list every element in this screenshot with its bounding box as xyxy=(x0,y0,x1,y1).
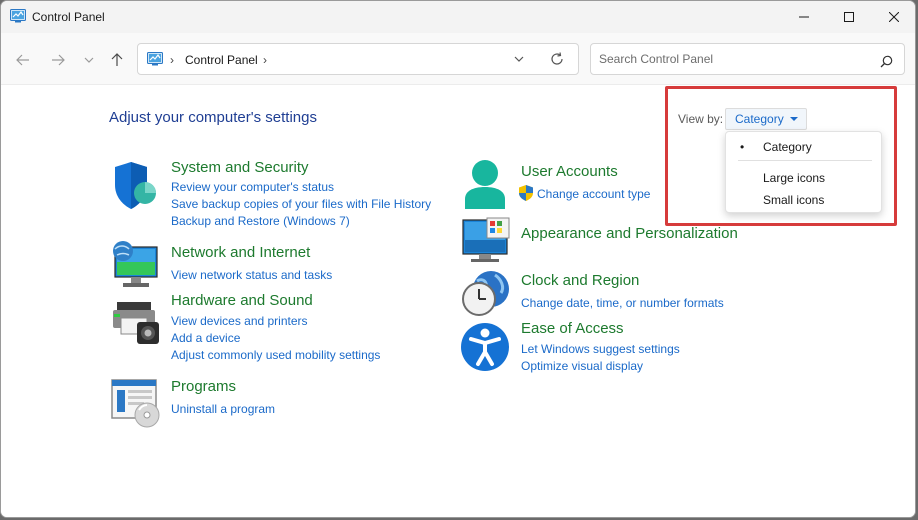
menu-item-category[interactable]: Category xyxy=(763,140,812,154)
page-title: Adjust your computer's settings xyxy=(109,109,317,126)
search-input[interactable] xyxy=(590,43,905,75)
link-add-device[interactable]: Add a device xyxy=(171,331,240,345)
arrow-left-icon xyxy=(16,54,29,66)
link-review-status[interactable]: Review your computer's status xyxy=(171,180,334,194)
arrow-right-icon xyxy=(52,54,65,66)
accessibility-icon xyxy=(461,323,509,371)
category-title[interactable]: Network and Internet xyxy=(171,244,310,261)
dropdown-caret-icon xyxy=(789,117,798,121)
breadcrumb-chevron-icon[interactable]: › xyxy=(170,53,174,67)
control-panel-app-icon xyxy=(10,9,26,23)
address-bar[interactable]: › Control Panel › xyxy=(137,43,579,75)
navigation-bar: › Control Panel › xyxy=(1,33,915,85)
view-by-dropdown[interactable]: Category xyxy=(725,108,807,130)
programs-disc-icon xyxy=(111,379,160,428)
category-appearance: Appearance and Personalization xyxy=(461,216,801,262)
recent-locations-button[interactable] xyxy=(78,49,100,71)
link-uninstall-program[interactable]: Uninstall a program xyxy=(171,402,275,416)
category-title[interactable]: System and Security xyxy=(171,159,309,176)
printer-speaker-icon xyxy=(113,302,159,344)
category-title[interactable]: User Accounts xyxy=(521,163,618,180)
category-clock-region: Clock and Region Change date, time, or n… xyxy=(461,269,801,319)
shield-icon xyxy=(115,162,156,209)
arrow-up-icon xyxy=(111,53,123,66)
forward-button[interactable] xyxy=(47,49,69,71)
category-system-security: System and Security Review your computer… xyxy=(111,159,451,231)
minimize-icon xyxy=(799,16,809,18)
link-network-status[interactable]: View network status and tasks xyxy=(171,268,332,282)
link-suggest-settings[interactable]: Let Windows suggest settings xyxy=(521,342,680,356)
category-programs: Programs Uninstall a program xyxy=(111,378,451,428)
chevron-down-icon xyxy=(84,57,94,63)
view-by-value: Category xyxy=(735,112,784,126)
view-by-label: View by: xyxy=(678,112,724,126)
breadcrumb-control-panel[interactable]: Control Panel xyxy=(185,53,258,67)
close-icon xyxy=(889,12,899,22)
category-hardware-sound: Hardware and Sound View devices and prin… xyxy=(111,292,451,366)
category-ease-of-access: Ease of Access Let Windows suggest setti… xyxy=(461,320,801,373)
minimize-button[interactable] xyxy=(781,1,827,33)
link-devices-printers[interactable]: View devices and printers xyxy=(171,314,308,328)
clock-globe-icon xyxy=(462,271,509,316)
link-backup-restore[interactable]: Backup and Restore (Windows 7) xyxy=(171,214,350,228)
search-icon[interactable] xyxy=(880,55,893,68)
link-mobility-settings[interactable]: Adjust commonly used mobility settings xyxy=(171,348,380,362)
maximize-icon xyxy=(844,12,854,22)
control-panel-location-icon xyxy=(147,52,163,66)
category-network-internet: Network and Internet View network status… xyxy=(111,241,451,291)
category-title[interactable]: Clock and Region xyxy=(521,272,639,289)
back-button[interactable] xyxy=(12,49,34,71)
link-date-time-formats[interactable]: Change date, time, or number formats xyxy=(521,296,724,310)
maximize-button[interactable] xyxy=(826,1,872,33)
network-globe-icon xyxy=(113,241,158,287)
monitor-personalize-icon xyxy=(462,217,510,262)
category-title[interactable]: Programs xyxy=(171,378,236,395)
category-user-accounts: User Accounts Change account type xyxy=(461,159,801,214)
up-button[interactable] xyxy=(106,49,128,71)
category-title[interactable]: Ease of Access xyxy=(521,320,624,337)
breadcrumb-chevron-icon[interactable]: › xyxy=(263,53,267,67)
chevron-down-icon[interactable] xyxy=(514,53,524,65)
link-change-account-type[interactable]: Change account type xyxy=(537,187,650,201)
control-panel-window: Control Panel › Control Panel › Search C… xyxy=(0,0,916,518)
link-file-history[interactable]: Save backup copies of your files with Fi… xyxy=(171,197,431,211)
user-icon xyxy=(465,160,505,209)
uac-shield-icon xyxy=(519,185,533,201)
window-title: Control Panel xyxy=(32,10,105,24)
selected-bullet-icon: • xyxy=(740,140,745,154)
title-bar[interactable]: Control Panel xyxy=(1,1,915,33)
link-optimize-display[interactable]: Optimize visual display xyxy=(521,359,643,373)
refresh-icon[interactable] xyxy=(550,52,564,66)
category-title[interactable]: Hardware and Sound xyxy=(171,292,313,309)
close-button[interactable] xyxy=(871,1,915,33)
content-area: Adjust your computer's settings View by:… xyxy=(1,86,915,517)
category-title[interactable]: Appearance and Personalization xyxy=(521,225,738,242)
